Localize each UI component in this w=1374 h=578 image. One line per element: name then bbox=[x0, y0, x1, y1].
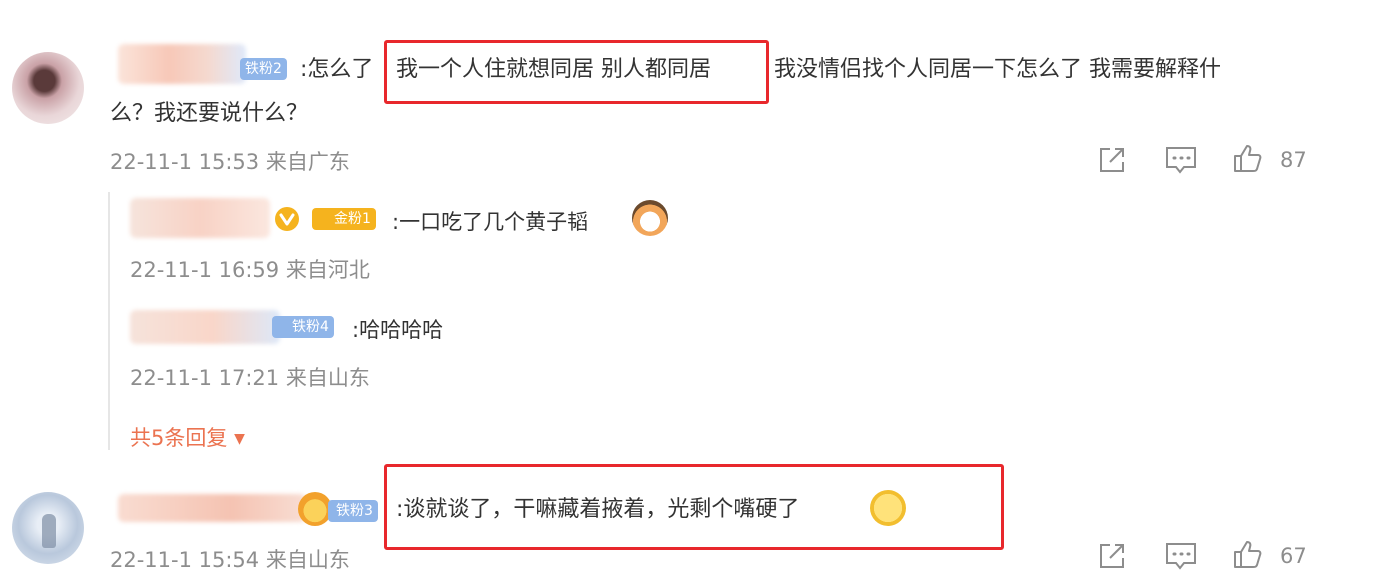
share-icon[interactable] bbox=[1096, 144, 1128, 176]
fan-badge: 金粉1 bbox=[312, 208, 376, 230]
comment-timestamp: 22-11-1 15:53 来自广东 bbox=[110, 150, 350, 174]
reply-username-blurred[interactable] bbox=[130, 198, 270, 238]
more-replies-link[interactable]: 共5条回复 ▼ bbox=[130, 422, 245, 452]
reply-thread-line bbox=[108, 192, 110, 450]
fan-badge: 铁粉3 bbox=[328, 500, 378, 522]
reply-timestamp: 22-11-1 16:59 来自河北 bbox=[130, 258, 370, 282]
fan-badge: 铁粉4 bbox=[272, 316, 334, 338]
reply-text: :哈哈哈哈 bbox=[352, 318, 444, 342]
smile-emoji-icon bbox=[870, 490, 906, 526]
highlighted-text: 我一个人住就想同居 别人都同居 bbox=[396, 57, 711, 82]
username-blurred[interactable] bbox=[118, 44, 246, 84]
like-count: 87 bbox=[1280, 148, 1307, 172]
fan-badge: 铁粉2 bbox=[240, 58, 287, 80]
reply-text: :一口吃了几个黄子韬 bbox=[392, 210, 589, 234]
verified-v-icon bbox=[274, 206, 300, 232]
comment-timestamp: 22-11-1 15:54 来自山东 bbox=[110, 548, 350, 572]
like-count: 67 bbox=[1280, 544, 1307, 568]
reply-username-blurred[interactable] bbox=[130, 310, 280, 344]
comment-text: :怎么了 bbox=[300, 52, 373, 88]
avatar[interactable] bbox=[12, 52, 84, 124]
comment-icon[interactable] bbox=[1164, 144, 1198, 176]
thumbs-up-icon[interactable] bbox=[1232, 538, 1264, 570]
comment-icon[interactable] bbox=[1164, 540, 1198, 572]
cat-emoji-icon bbox=[632, 200, 668, 236]
comment-prefix: :怎么了 bbox=[300, 57, 374, 82]
more-replies-label: 共5条回复 bbox=[130, 426, 228, 450]
reply-timestamp: 22-11-1 17:21 来自山东 bbox=[130, 366, 370, 390]
comment-text-line2: 么？我还要说什么？ bbox=[110, 101, 309, 126]
thumbs-up-icon[interactable] bbox=[1232, 142, 1264, 174]
crown-emoji-icon bbox=[298, 492, 332, 526]
share-icon[interactable] bbox=[1096, 540, 1128, 572]
avatar[interactable] bbox=[12, 492, 84, 564]
comment-text: :谈就谈了，干嘛藏着掖着，光剩个嘴硬了 bbox=[396, 497, 800, 522]
comment-text-rest: 我没情侣找个人同居一下怎么了 我需要解释什 bbox=[774, 57, 1221, 82]
caret-down-icon: ▼ bbox=[234, 431, 245, 447]
username-blurred[interactable] bbox=[118, 494, 306, 522]
